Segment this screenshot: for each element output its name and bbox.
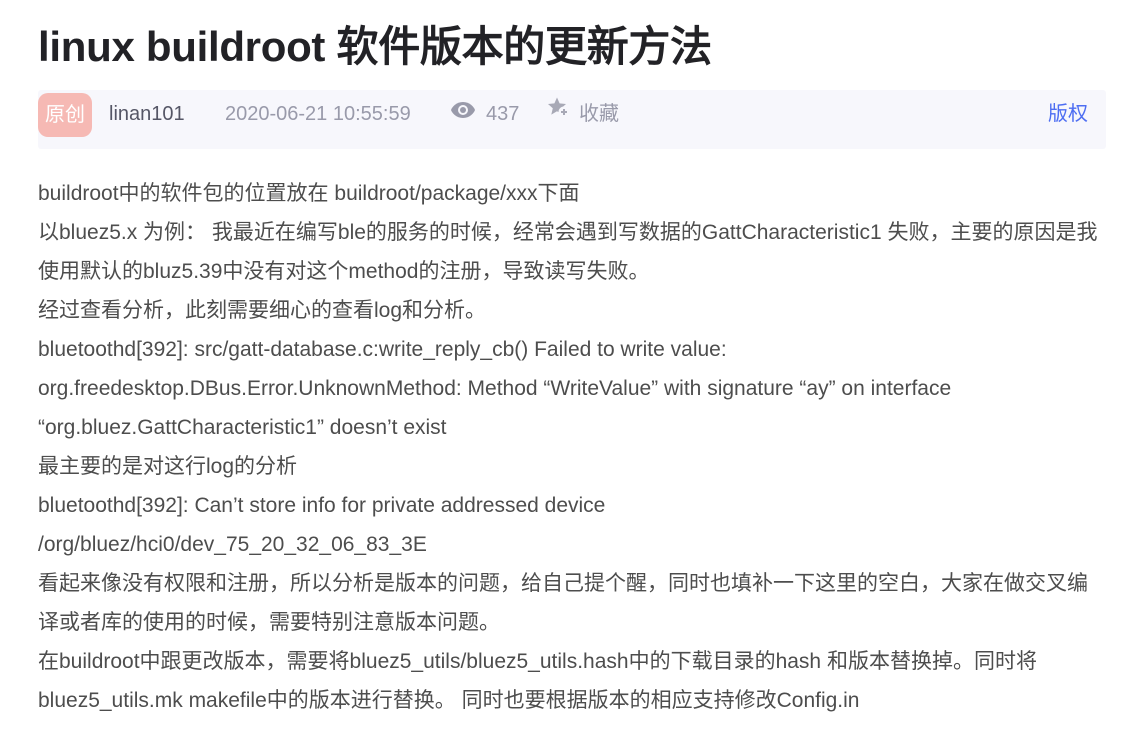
body-paragraph: bluetoothd[392]: src/gatt-database.c:wri… xyxy=(38,338,727,361)
article-body: buildroot中的软件包的位置放在 buildroot/package/xx… xyxy=(38,174,1108,720)
article-title: linux buildroot 软件版本的更新方法 xyxy=(38,23,712,70)
body-paragraph: /org/bluez/hci0/dev_75_20_32_06_83_3E xyxy=(38,533,427,556)
eye-icon xyxy=(450,89,476,137)
body-paragraph: org.freedesktop.DBus.Error.UnknownMethod… xyxy=(38,377,952,439)
copyright-link[interactable]: 版权 xyxy=(1048,90,1088,138)
body-paragraph: 看起来像没有权限和注册，所以分析是版本的问题，给自己提个醒，同时也填补一下这里的… xyxy=(38,572,1088,634)
body-paragraph: 以bluez5.x 为例： 我最近在编写ble的服务的时候，经常会遇到写数据的G… xyxy=(38,221,1098,283)
publish-time: 2020-06-21 10:55:59 xyxy=(225,103,411,125)
star-collect-icon xyxy=(547,89,571,137)
body-paragraph: buildroot中的软件包的位置放在 buildroot/package/xx… xyxy=(38,182,580,205)
views-count: 437 xyxy=(486,103,520,125)
author-link[interactable]: linan101 xyxy=(109,90,185,138)
body-paragraph: 在buildroot中跟更改版本，需要将bluez5_utils/bluez5_… xyxy=(38,650,1037,712)
collect-label: 收藏 xyxy=(579,103,619,125)
original-badge: 原创 xyxy=(38,93,92,137)
article-meta-bar: 原创 linan101 2020-06-21 10:55:59 437 收藏 版… xyxy=(38,90,1106,149)
views-counter: 437 xyxy=(450,90,519,138)
article: linux buildroot 软件版本的更新方法 原创 linan101 20… xyxy=(38,0,1106,712)
collect-button[interactable]: 收藏 xyxy=(547,90,619,138)
body-paragraph: 最主要的是对这行log的分析 xyxy=(38,455,298,478)
body-paragraph: bluetoothd[392]: Can’t store info for pr… xyxy=(38,494,606,517)
body-paragraph: 经过查看分析，此刻需要细心的查看log和分析。 xyxy=(38,299,487,322)
